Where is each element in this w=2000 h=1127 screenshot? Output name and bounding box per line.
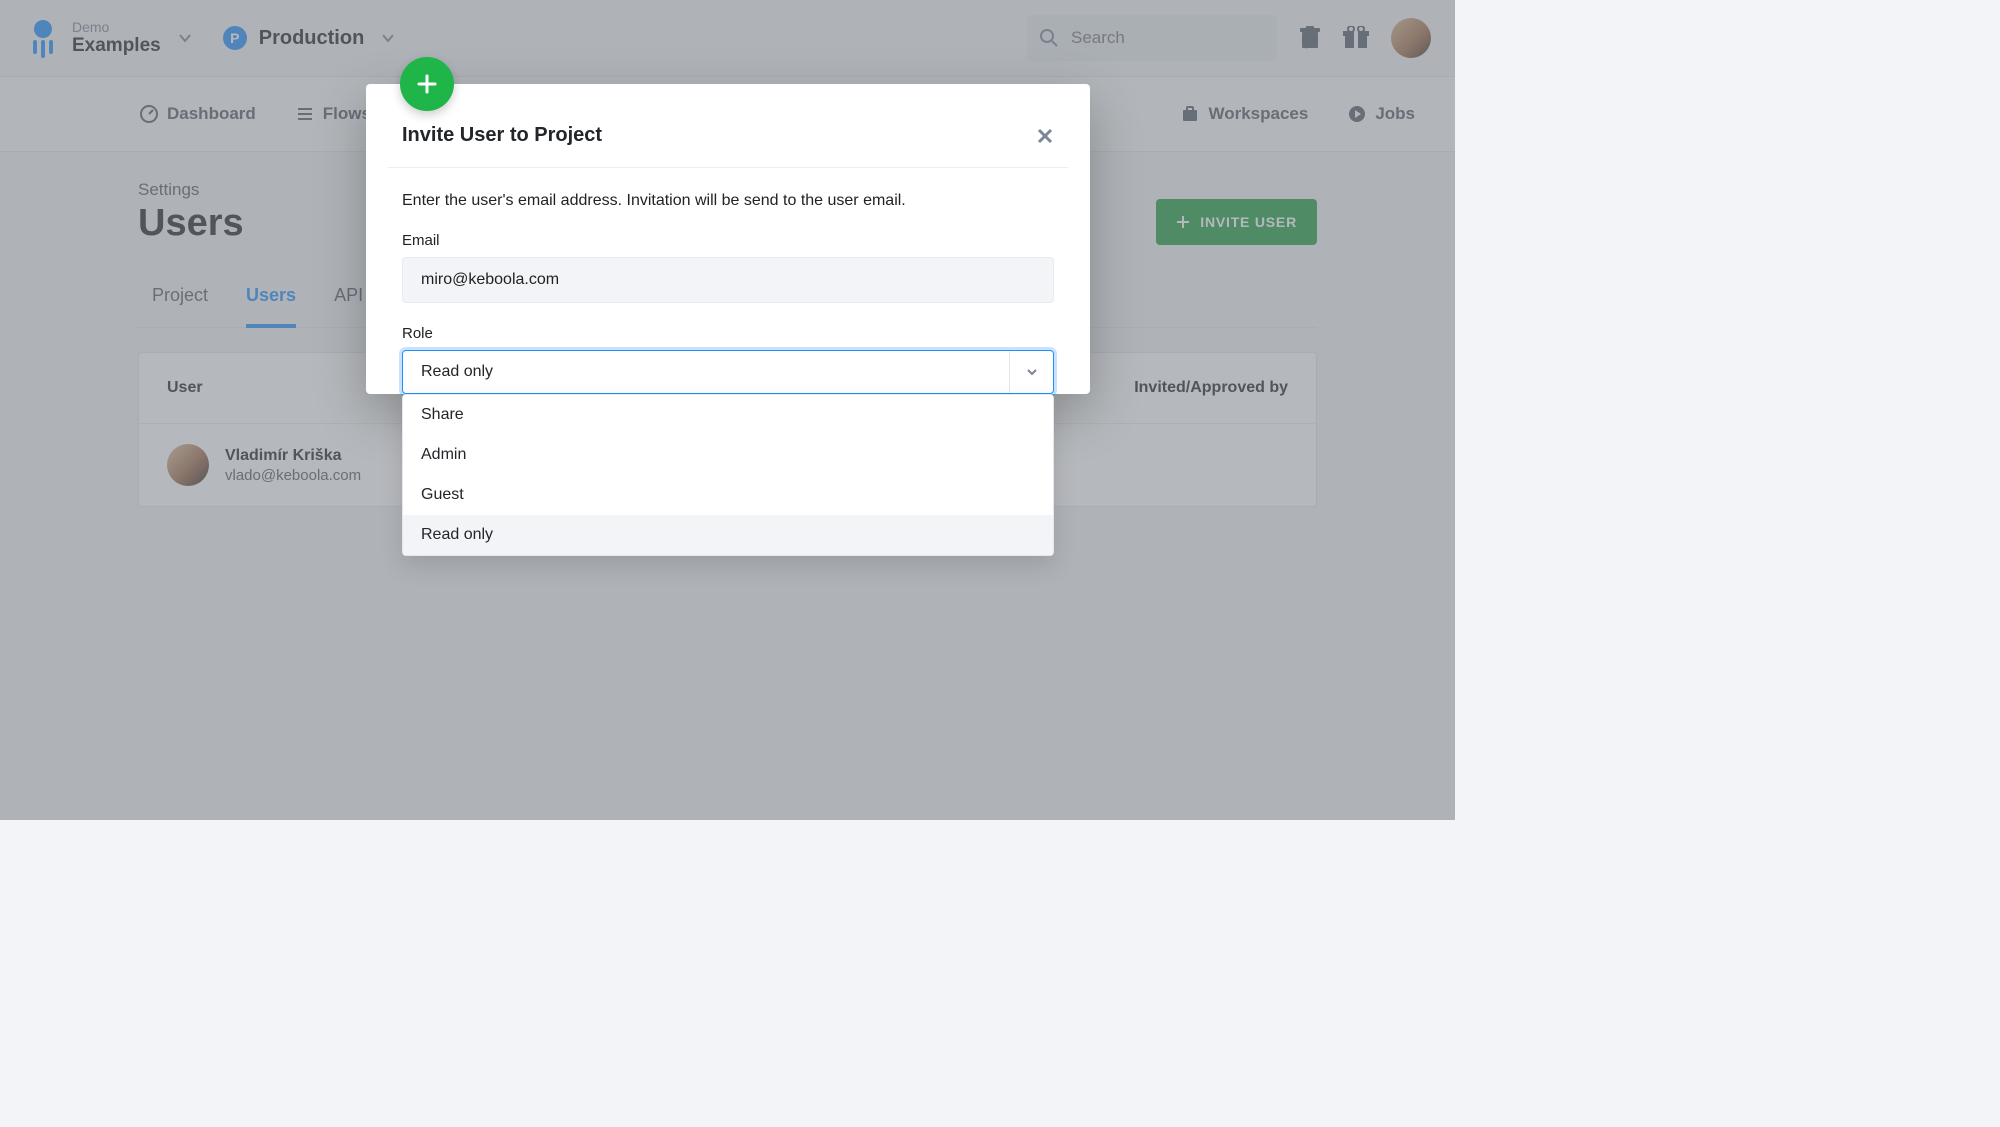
role-label: Role — [402, 325, 1054, 342]
role-option-admin[interactable]: Admin — [403, 435, 1053, 475]
modal-title: Invite User to Project — [402, 124, 602, 147]
email-field[interactable] — [402, 257, 1054, 303]
role-selected-value: Read only — [421, 363, 493, 381]
role-select[interactable]: Read only — [402, 350, 1054, 394]
role-option-share[interactable]: Share — [403, 395, 1053, 435]
email-label: Email — [402, 232, 1054, 249]
role-option-guest[interactable]: Guest — [403, 475, 1053, 515]
close-icon[interactable] — [1036, 127, 1054, 145]
role-dropdown: Share Admin Guest Read only — [402, 394, 1054, 556]
role-option-read-only[interactable]: Read only — [403, 515, 1053, 555]
modal-hint-text: Enter the user's email address. Invitati… — [402, 192, 1054, 210]
modal-fab-plus-icon — [400, 57, 454, 111]
chevron-down-icon — [1009, 351, 1053, 393]
invite-user-modal: Invite User to Project Enter the user's … — [366, 84, 1090, 394]
